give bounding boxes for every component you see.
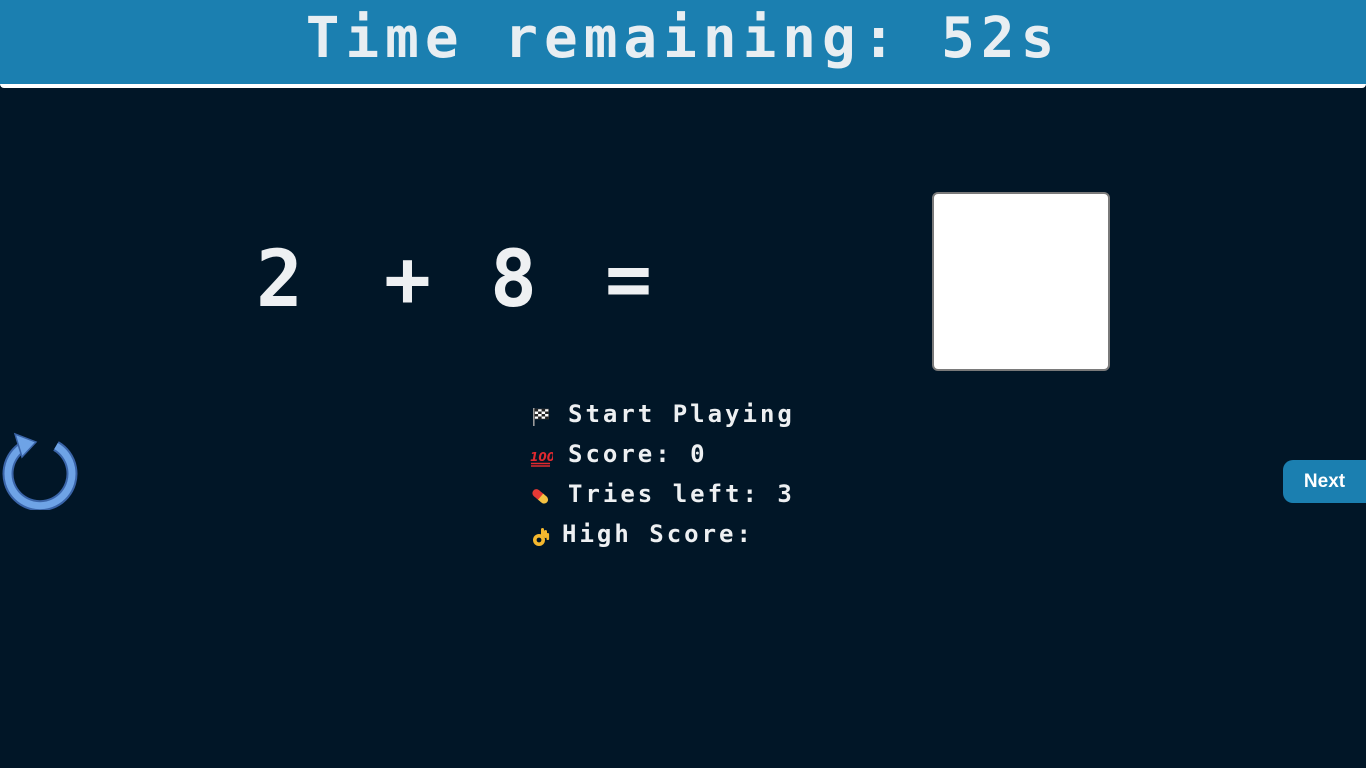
checkered-flag-icon — [528, 404, 554, 430]
timer-label: Time remaining: 52s — [305, 5, 1061, 71]
operand-b: 8 — [490, 235, 537, 325]
tries-label: Tries left: 3 — [568, 480, 795, 508]
restart-button[interactable] — [2, 432, 78, 512]
pill-icon — [528, 484, 554, 510]
stats-list: Start Playing 100 Score: 0 Tries left: 3 — [528, 394, 868, 554]
next-button[interactable]: Next — [1283, 460, 1366, 503]
svg-text:100: 100 — [530, 450, 553, 464]
tries-row: Tries left: 3 — [528, 474, 868, 514]
restart-icon — [2, 432, 78, 512]
score-label: Score: 0 — [568, 440, 708, 468]
status-label: Start Playing — [568, 400, 795, 428]
hundred-points-icon: 100 — [528, 444, 554, 470]
timer-bar: Time remaining: 52s — [0, 0, 1366, 88]
status-row: Start Playing — [528, 394, 868, 434]
high-score-label: High Score: — [562, 520, 754, 548]
operator: + — [384, 235, 431, 325]
operand-a: 2 — [256, 235, 303, 325]
equation: 2 + 8 = — [250, 235, 685, 325]
high-score-row: High Score: — [528, 514, 868, 554]
answer-input[interactable] — [932, 192, 1110, 371]
ok-hand-icon — [528, 524, 554, 550]
equals-sign: = — [605, 235, 652, 325]
score-row: 100 Score: 0 — [528, 434, 868, 474]
